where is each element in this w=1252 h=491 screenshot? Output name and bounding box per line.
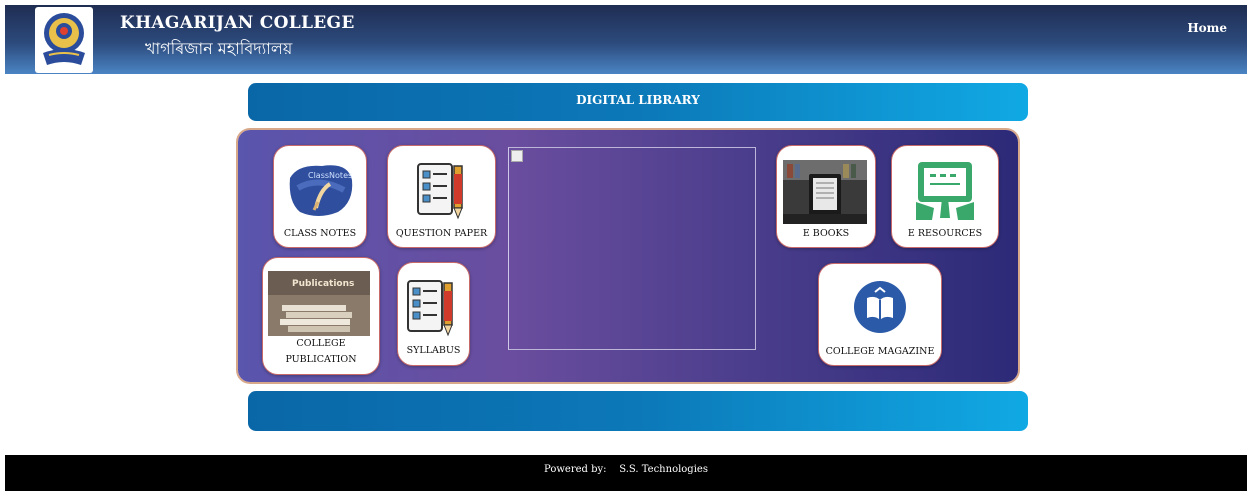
question-paper-label: QUESTION PAPER <box>395 228 488 239</box>
e-resources-label: E RESOURCES <box>907 228 983 239</box>
e-resources-icon <box>912 158 978 224</box>
publications-image-text: Publications <box>292 279 354 289</box>
e-books-image <box>783 160 867 224</box>
college-magazine-label: COLLEGE MAGAZINE <box>825 346 935 357</box>
e-resources-tile[interactable]: E RESOURCES <box>891 145 999 248</box>
class-notes-tile[interactable]: ClassNotes CLASS NOTES <box>273 145 367 248</box>
footer: Powered by: S.S. Technologies <box>5 455 1247 491</box>
syllabus-tile[interactable]: SYLLABUS <box>397 262 470 366</box>
broken-image-icon <box>511 150 523 162</box>
e-books-tile[interactable]: E BOOKS <box>776 145 876 248</box>
syllabus-icon <box>406 277 458 339</box>
college-publication-tile[interactable]: Publications COLLEGE PUBLICATION <box>262 257 380 375</box>
college-name-english: KHAGARIJAN COLLEGE <box>120 13 355 33</box>
bottom-blue-bar <box>248 391 1028 431</box>
powered-by-text: Powered by: S.S. Technologies <box>544 464 708 475</box>
featured-image-placeholder <box>508 147 756 350</box>
college-name-assamese: খাগৰিজান মহাবিদ্যালয় <box>145 39 293 58</box>
syllabus-label: SYLLABUS <box>406 345 461 356</box>
college-publication-label-line1: COLLEGE <box>296 338 346 349</box>
college-logo[interactable] <box>35 7 93 73</box>
digital-library-bar: DIGITAL LIBRARY <box>248 83 1028 121</box>
class-notes-image-text: ClassNotes <box>308 171 352 180</box>
question-paper-icon <box>416 160 468 222</box>
magazine-book-icon <box>853 280 907 334</box>
college-emblem-icon <box>43 13 85 65</box>
college-magazine-tile[interactable]: COLLEGE MAGAZINE <box>818 263 942 366</box>
publications-image: Publications <box>268 271 370 336</box>
question-paper-tile[interactable]: QUESTION PAPER <box>387 145 496 248</box>
nav-home-link[interactable]: Home <box>1187 21 1227 35</box>
class-notes-label: CLASS NOTES <box>283 228 357 239</box>
top-header: KHAGARIJAN COLLEGE খাগৰিজান মহাবিদ্যালয়… <box>5 5 1247 74</box>
class-notes-image: ClassNotes <box>288 158 354 220</box>
digital-library-title: DIGITAL LIBRARY <box>576 93 700 107</box>
e-books-label: E BOOKS <box>802 228 850 239</box>
college-publication-label-line2: PUBLICATION <box>285 354 357 365</box>
